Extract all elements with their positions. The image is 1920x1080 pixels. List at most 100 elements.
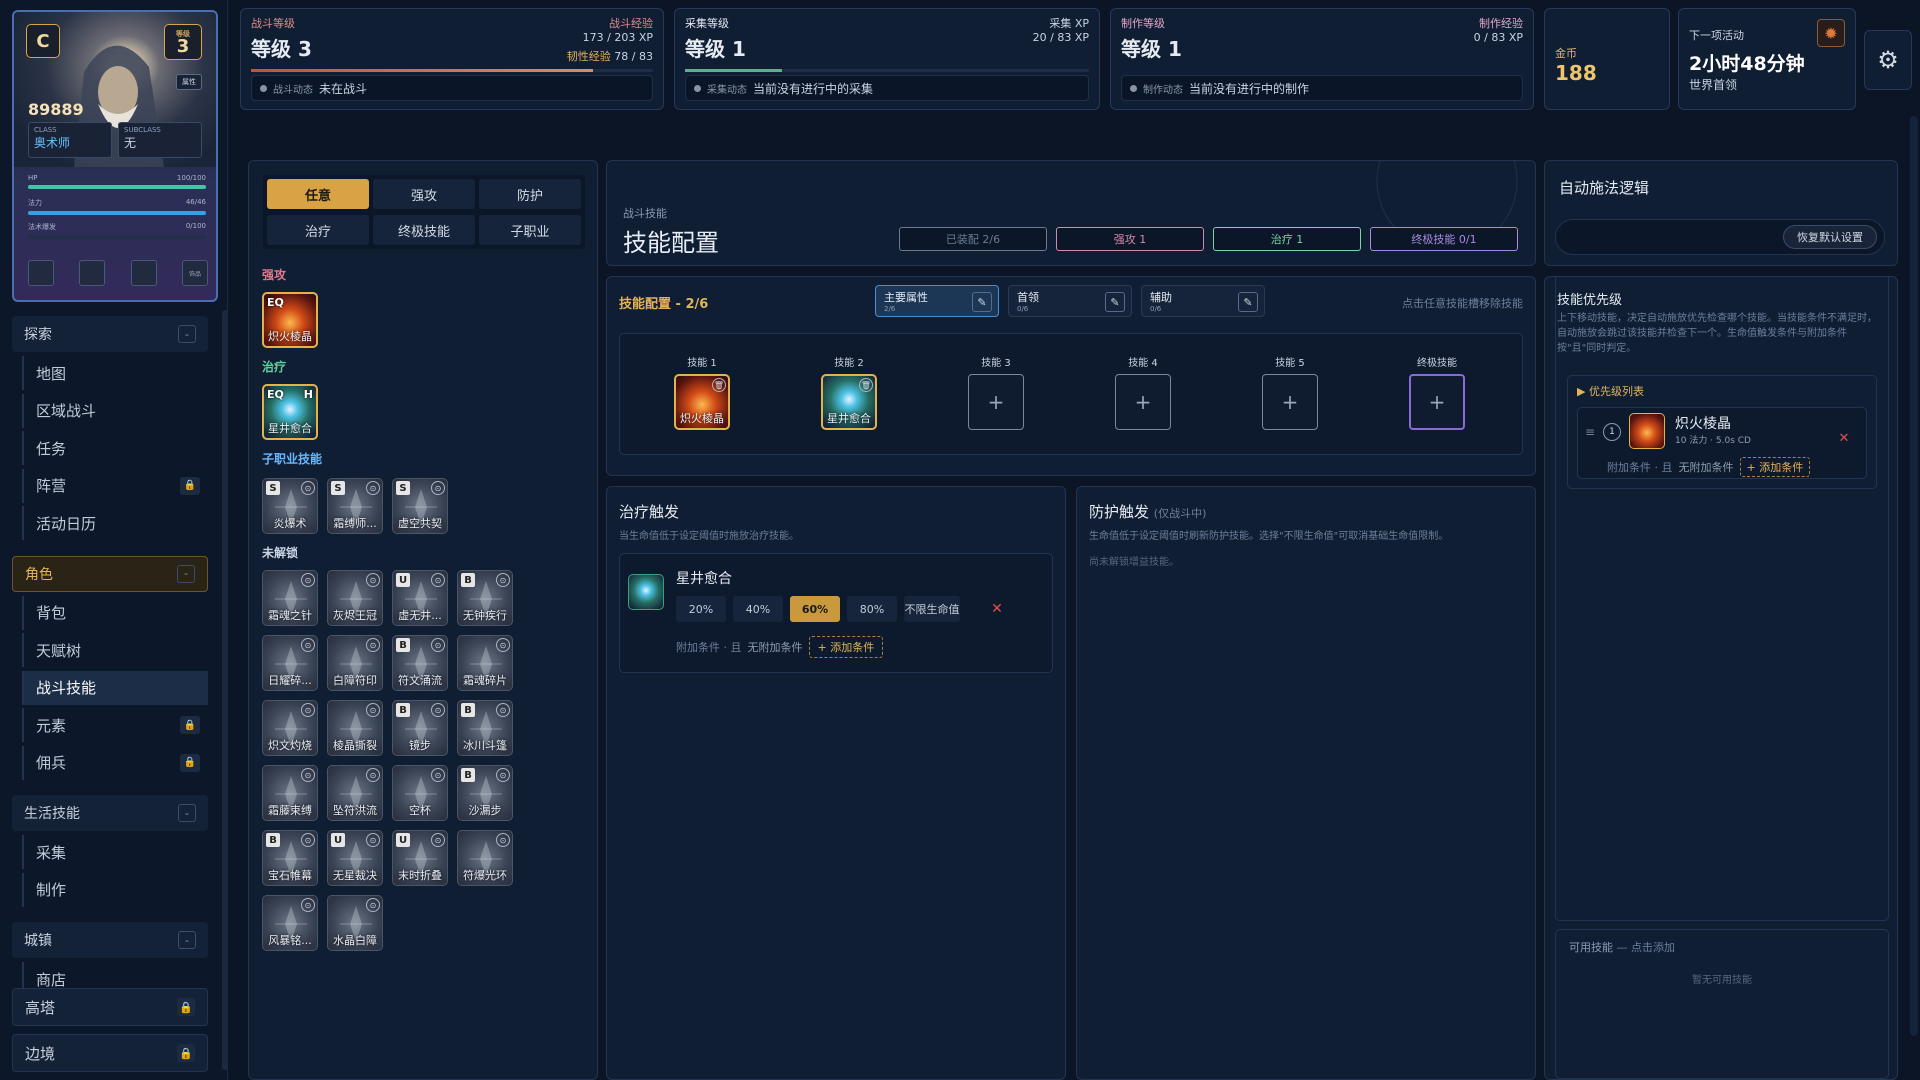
threshold-option[interactable]: 20% (676, 596, 726, 622)
edit-pencil-icon[interactable]: ✎ (972, 292, 992, 312)
sidebar-item-label: 区域战斗 (36, 402, 97, 420)
tab-4[interactable]: 终极技能 (373, 215, 475, 245)
equipped-skill-slot[interactable]: 炽火棱晶 🗑 (674, 374, 730, 430)
skill-tile[interactable]: ⊙ 霜魂之针 (262, 570, 318, 626)
equip-slot[interactable] (130, 260, 157, 286)
threshold-option[interactable]: 80% (847, 596, 897, 622)
equipped-skill-slot[interactable]: 星井愈合 🗑 (821, 374, 877, 430)
edit-pencil-icon[interactable]: ✎ (1105, 292, 1125, 312)
collapse-toggle-icon[interactable]: - (177, 564, 195, 583)
skill-tile[interactable]: ⊙ 水晶白障 (327, 895, 383, 951)
remove-skill-icon[interactable]: 🗑 (712, 378, 726, 392)
skill-tile[interactable]: ⊙ 坠符洪流 (327, 765, 383, 821)
remove-skill-icon[interactable]: 🗑 (859, 378, 873, 392)
ultimate-slot[interactable]: + (1409, 374, 1465, 430)
sidebar-item[interactable]: 背包 (22, 595, 208, 630)
skill-tile[interactable]: ⊙ 霜魂碎片 (457, 635, 513, 691)
skill-tile[interactable]: EQ H 星井愈合 (262, 384, 318, 440)
skill-tile[interactable]: EQ 炽火棱晶 (262, 292, 318, 348)
skill-tile[interactable]: U ⊙ 末时折叠 (392, 830, 448, 886)
sidebar-item[interactable]: 活动日历 (22, 506, 208, 540)
equip-slot[interactable]: 饰品 (181, 260, 208, 286)
skill-tile[interactable]: S ⊙ 炎爆术 (262, 478, 318, 534)
tab-2[interactable]: 防护 (479, 179, 581, 209)
level-badge: 等级 3 (164, 24, 202, 60)
nav-section-3[interactable]: 城镇 - (12, 922, 208, 958)
priority-add-condition-button[interactable]: + 添加条件 (1739, 457, 1811, 477)
threshold-option[interactable]: 40% (733, 596, 783, 622)
skill-tile[interactable]: B ⊙ 符文涌流 (392, 635, 448, 691)
skill-tile[interactable]: ⊙ 灰烬王冠 (327, 570, 383, 626)
reset-defaults-button[interactable]: 恢复默认设置 (1783, 225, 1877, 249)
skill-tile[interactable]: ⊙ 空杯 (392, 765, 448, 821)
skill-tile[interactable]: B ⊙ 沙漏步 (457, 765, 513, 821)
nav-locked-section[interactable]: 高塔 🔒 (12, 988, 208, 1026)
sidebar-item[interactable]: 制作 (22, 872, 208, 907)
sidebar-item[interactable]: 地图 (22, 356, 208, 390)
sidebar-item[interactable]: 天赋树 (22, 633, 208, 667)
skill-name: 风暴铭... (268, 934, 312, 947)
collapse-toggle-icon[interactable]: - (178, 931, 196, 949)
tab-3[interactable]: 治疗 (267, 215, 369, 245)
skill-tile[interactable]: ⊙ 炽文灼烧 (262, 700, 318, 756)
priority-remove-icon[interactable]: ✕ (1837, 431, 1851, 446)
priority-entry-meta: 10 法力 · 5.0s CD (1675, 436, 1751, 446)
empty-skill-slot[interactable]: + (1115, 374, 1171, 430)
skill-tile[interactable]: B ⊙ 无钟疾行 (457, 570, 513, 626)
skill-tile[interactable]: B ⊙ 宝石帷幕 (262, 830, 318, 886)
threshold-option[interactable]: 不限生命值 (904, 596, 960, 622)
nav-section-1[interactable]: 角色 - (12, 555, 208, 592)
collapse-toggle-icon[interactable]: - (178, 804, 196, 822)
tab-1[interactable]: 强攻 (373, 179, 475, 209)
tab-5[interactable]: 子职业 (479, 215, 581, 245)
preset-button[interactable]: 主要属性 2/6 ✎ (875, 285, 999, 317)
skill-tile[interactable]: B ⊙ 镜步 (392, 700, 448, 756)
skill-tile[interactable]: S ⊙ 霜缚师... (327, 478, 383, 534)
sidebar-item[interactable]: 区域战斗 (22, 393, 208, 428)
tab-0[interactable]: 任意 (267, 179, 369, 209)
heal-rule-remove-icon[interactable]: ✕ (990, 596, 1004, 622)
skill-tile[interactable]: U ⊙ 无星裁决 (327, 830, 383, 886)
gather-level-label: 采集等级 (685, 17, 729, 30)
skill-tile[interactable]: U ⊙ 虚无井... (392, 570, 448, 626)
nav-scrollbar[interactable] (222, 310, 228, 1070)
drag-handle-icon[interactable]: ≡ (1585, 425, 1595, 439)
sidebar-item[interactable]: 采集 (22, 835, 208, 869)
preset-button[interactable]: 辅助 0/6 ✎ (1141, 285, 1265, 317)
equip-slot[interactable] (28, 260, 54, 286)
nav-section-0[interactable]: 探索 - (12, 316, 208, 352)
sidebar-item[interactable]: 阵营 🔒 (22, 468, 208, 503)
skill-tile[interactable]: ⊙ 日耀碎... (262, 635, 318, 691)
gather-status-label: 采集动态 (707, 84, 747, 96)
next-event-card[interactable]: 下一项活动 2小时48分钟 世界首领 ✹ (1678, 8, 1856, 110)
sidebar-item[interactable]: 战斗技能 (22, 670, 208, 705)
collapse-toggle-icon[interactable]: - (178, 325, 196, 343)
skill-tile[interactable]: ⊙ 白障符印 (327, 635, 383, 691)
nav-locked-section[interactable]: 边境 🔒 (12, 1034, 208, 1072)
sidebar-item[interactable]: 佣兵 🔒 (22, 745, 208, 780)
attributes-button[interactable]: 属性 (176, 74, 202, 90)
protect-trigger-note: (仅战斗中) (1153, 507, 1207, 520)
edit-pencil-icon[interactable]: ✎ (1238, 292, 1258, 312)
priority-list-title[interactable]: ▶ 优先级列表 (1577, 383, 1644, 399)
sidebar-item[interactable]: 任务 (22, 431, 208, 465)
settings-gear-icon[interactable]: ⚙ (1864, 30, 1912, 90)
empty-skill-slot[interactable]: + (968, 374, 1024, 430)
skill-tile[interactable]: S ⊙ 虚空共契 (392, 478, 448, 534)
empty-skill-slot[interactable]: + (1262, 374, 1318, 430)
skill-tile[interactable]: ⊙ 风暴铭... (262, 895, 318, 951)
preset-button[interactable]: 首领 0/6 ✎ (1008, 285, 1132, 317)
skill-tile[interactable]: ⊙ 霜藤束缚 (262, 765, 318, 821)
threshold-option[interactable]: 60% (790, 596, 840, 622)
page-scrollbar[interactable] (1910, 116, 1918, 1036)
skill-tile[interactable]: ⊙ 棱晶撕裂 (327, 700, 383, 756)
sidebar-item[interactable]: 元素 🔒 (22, 708, 208, 742)
character-card[interactable]: C 等级 3 属性 89889 CLASS 奥术师 SUBCLASS 无 HP 1… (12, 10, 218, 302)
heal-trigger-title: 治疗触发 (619, 503, 680, 521)
skill-tile[interactable]: B ⊙ 冰川斗篷 (457, 700, 513, 756)
nav-section-2[interactable]: 生活技能 - (12, 795, 208, 831)
skill-tile[interactable]: ⊙ 符爆光环 (457, 830, 513, 886)
heal-add-condition-button[interactable]: + 添加条件 (808, 636, 884, 658)
equip-slot[interactable] (79, 260, 106, 286)
summary-chip: 强攻 1 (1056, 227, 1204, 251)
